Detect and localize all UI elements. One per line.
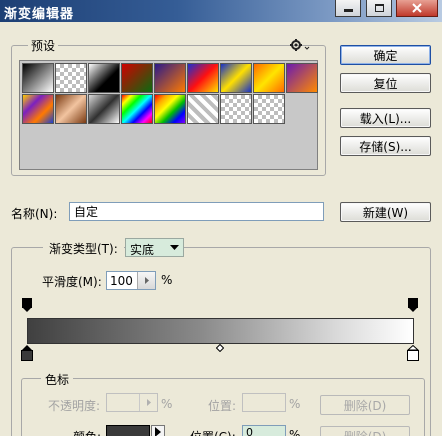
preset-swatch-blue-red-yellow[interactable]: [187, 63, 219, 93]
close-icon: [412, 3, 422, 13]
preset-swatch-black-white[interactable]: [22, 63, 54, 93]
opacity-stop-left[interactable]: [22, 298, 32, 313]
opacity-location-unit: %: [289, 397, 301, 411]
color-location-unit: %: [289, 428, 301, 436]
smoothness-slider-button[interactable]: [137, 272, 155, 289]
preset-swatch-checker-2[interactable]: [220, 94, 252, 124]
maximize-icon: [374, 4, 384, 12]
minimize-icon: [343, 9, 353, 12]
smoothness-label: 平滑度(M):: [42, 275, 102, 289]
preset-swatch-black-white-2[interactable]: [88, 63, 120, 93]
opacity-label: 不透明度:: [48, 399, 101, 413]
name-label: 名称(N):: [11, 207, 58, 221]
presets-label: 预设: [28, 37, 59, 54]
chevron-right-icon: [155, 427, 161, 436]
opacity-unit: %: [161, 397, 173, 411]
color-location-input[interactable]: 0: [242, 425, 286, 436]
preset-swatch-fg-transparent[interactable]: [55, 63, 87, 93]
load-button[interactable]: 载入(L)...: [340, 108, 431, 128]
preset-swatch-yellow-violet-orange-blue[interactable]: [22, 94, 54, 124]
save-button[interactable]: 存储(S)...: [340, 136, 431, 156]
color-label: 颜色:: [73, 428, 101, 436]
stops-group-label: 色标: [41, 371, 74, 388]
gradient-type-select[interactable]: 实底: [125, 238, 184, 257]
delete-opacity-stop-button[interactable]: 删除(D): [320, 395, 410, 415]
color-stop-right[interactable]: [407, 345, 419, 361]
chevron-down-icon: [170, 245, 179, 250]
opacity-location-input[interactable]: [242, 393, 286, 412]
chevron-right-icon: [145, 277, 149, 284]
new-button[interactable]: 新建(W): [340, 202, 431, 222]
preset-swatch-spectrum[interactable]: [121, 94, 153, 124]
window-title: 渐变编辑器: [4, 7, 75, 22]
chevron-right-icon: [147, 399, 151, 406]
preset-swatch-blue-yellow-blue[interactable]: [220, 63, 252, 93]
opacity-slider-button[interactable]: [139, 394, 157, 411]
close-button[interactable]: [396, 0, 438, 17]
opacity-field[interactable]: [106, 393, 158, 412]
presets-menu-button[interactable]: [289, 38, 311, 52]
smoothness-field[interactable]: 100: [106, 271, 156, 290]
gradient-type-label: 渐变类型(T):: [43, 240, 124, 257]
preset-swatch-transparent-stripes[interactable]: [187, 94, 219, 124]
ok-button[interactable]: 确定: [340, 45, 431, 65]
color-swatch[interactable]: [106, 425, 150, 436]
opacity-stop-right[interactable]: [408, 298, 418, 313]
color-location-label: 位置(C):: [190, 428, 236, 436]
opacity-location-label: 位置:: [208, 399, 237, 413]
smoothness-unit: %: [161, 273, 173, 287]
maximize-button[interactable]: [366, 0, 392, 17]
reset-button[interactable]: 复位: [340, 73, 431, 93]
preset-swatch-red-green[interactable]: [121, 63, 153, 93]
minimize-button[interactable]: [335, 0, 361, 17]
preset-swatch-orange-yellow-orange[interactable]: [253, 63, 285, 93]
preset-swatch-chrome[interactable]: [88, 94, 120, 124]
midpoint-diamond[interactable]: [216, 344, 224, 352]
presets-swatch-area[interactable]: [19, 60, 318, 170]
color-stop-left[interactable]: [21, 345, 33, 361]
gradient-preview-bar[interactable]: [27, 318, 414, 344]
gear-icon: [290, 39, 310, 51]
preset-swatch-transparent-rainbow[interactable]: [154, 94, 186, 124]
preset-swatch-copper[interactable]: [55, 94, 87, 124]
preset-swatch-violet-orange[interactable]: [154, 63, 186, 93]
preset-swatch-violet-green-orange[interactable]: [286, 63, 318, 93]
delete-color-stop-button[interactable]: 删除(D): [320, 426, 410, 436]
color-menu-button[interactable]: [151, 425, 165, 436]
smoothness-value: 100: [110, 274, 133, 288]
preset-swatch-checker-3[interactable]: [253, 94, 285, 124]
gradient-type-value: 实底: [130, 243, 155, 257]
name-input[interactable]: [69, 202, 324, 221]
